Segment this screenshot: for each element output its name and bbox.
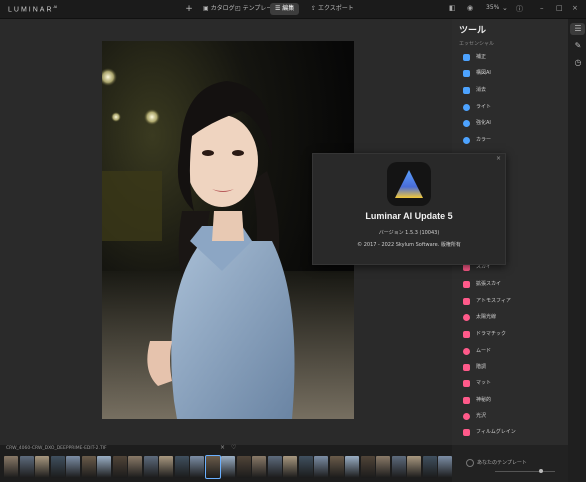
filmstrip-thumbnail[interactable] xyxy=(329,456,344,478)
filmstrip-thumbnail[interactable] xyxy=(35,456,49,478)
filmstrip-thumbnail[interactable] xyxy=(221,456,235,478)
your-templates-label[interactable]: あなたのテンプレート xyxy=(477,459,527,466)
dramatic-icon xyxy=(463,331,470,338)
about-copyright: © 2017 - 2022 Skylum Software. 版権所有 xyxy=(357,242,461,248)
about-dialog: × Luminar AI Update 5 バージョン 1.5.3 (10043… xyxy=(312,153,506,265)
template-radio[interactable] xyxy=(466,459,474,467)
filmstrip-thumbnail[interactable] xyxy=(190,456,204,478)
sunrays-icon xyxy=(463,314,470,321)
about-version: バージョン 1.5.3 (10043) xyxy=(378,230,440,236)
tool-item[interactable]: フィルムグレイン xyxy=(463,427,553,441)
tool-item[interactable]: 階調 xyxy=(463,362,553,376)
filmstrip-thumbnail[interactable] xyxy=(81,456,96,478)
tools-title: ツール xyxy=(459,26,487,36)
compare-icon[interactable]: ◧ xyxy=(449,4,456,12)
luminar-app-icon xyxy=(387,162,431,206)
light-icon xyxy=(463,104,470,111)
info-icon[interactable]: ⓘ xyxy=(516,4,523,14)
tool-item[interactable]: アトモスフィア xyxy=(463,296,553,310)
filmstrip-thumbnail[interactable] xyxy=(298,456,313,478)
filmstrip-thumbnail[interactable] xyxy=(128,456,142,478)
filmstrip-thumbnail[interactable] xyxy=(66,456,80,478)
export-icon: ⇪ xyxy=(311,5,318,12)
filmstrip-thumbnail[interactable] xyxy=(267,456,282,478)
maximize-icon[interactable]: □ xyxy=(556,4,563,12)
amount-slider[interactable] xyxy=(495,471,555,472)
filmstrip-thumbnail[interactable] xyxy=(376,456,390,478)
filmstrip-thumbnail[interactable] xyxy=(283,456,297,478)
filmstrip-thumbnail[interactable] xyxy=(50,456,65,478)
templates-icon: ◰ xyxy=(235,5,243,12)
tool-item[interactable]: 拡張スカイ xyxy=(463,279,553,293)
slider-knob[interactable] xyxy=(539,469,543,473)
tool-item[interactable]: ムード xyxy=(463,346,553,360)
tab-export[interactable]: ⇪ エクスポート xyxy=(306,3,359,15)
filmstrip-thumbnail[interactable] xyxy=(4,456,18,478)
mystical-icon xyxy=(463,397,470,404)
minimize-icon[interactable]: – xyxy=(540,4,544,12)
tool-item[interactable]: 強化AI xyxy=(463,118,553,132)
tool-item[interactable]: 神秘的 xyxy=(463,395,553,409)
filmstrip-thumbnail[interactable] xyxy=(112,456,127,478)
add-photos-button[interactable]: + xyxy=(184,3,194,15)
filmstrip-thumbnail[interactable] xyxy=(391,456,406,478)
filmstrip-thumbnail[interactable] xyxy=(174,456,189,478)
erase-icon xyxy=(463,87,470,94)
matte-icon xyxy=(463,380,470,387)
about-title: Luminar AI Update 5 xyxy=(365,211,453,221)
enhance-icon xyxy=(463,120,470,127)
eye-icon[interactable]: ◉ xyxy=(467,4,473,12)
sky-aug-icon xyxy=(463,281,470,288)
tools-subtitle: エッセンシャル xyxy=(459,41,495,47)
filmstrip-thumbnail[interactable] xyxy=(143,456,158,478)
close-icon[interactable]: × xyxy=(220,444,225,451)
filmstrip-thumbnail[interactable] xyxy=(204,455,221,479)
tool-item[interactable]: ライト xyxy=(463,102,553,116)
brush-icon[interactable]: ✎ xyxy=(573,41,583,51)
sliders-icon[interactable]: ☰ xyxy=(573,24,583,34)
right-icon-strip xyxy=(568,19,586,482)
filmstrip-thumbnail[interactable] xyxy=(97,456,111,478)
filmstrip-thumbnail[interactable] xyxy=(19,456,34,478)
filmstrip-thumbnail[interactable] xyxy=(159,456,173,478)
crop-icon xyxy=(463,54,470,61)
toning-icon xyxy=(463,364,470,371)
close-icon[interactable]: × xyxy=(496,155,501,162)
tool-item[interactable]: マット xyxy=(463,378,553,392)
filmstrip-thumbnail[interactable] xyxy=(345,456,359,478)
catalog-icon: ▣ xyxy=(203,5,211,12)
color-icon xyxy=(463,137,470,144)
atmosphere-icon xyxy=(463,298,470,305)
filmstrip-thumbnail[interactable] xyxy=(422,456,437,478)
filmstrip-thumbnail[interactable] xyxy=(236,456,251,478)
tab-edit[interactable]: ☰ 編集 xyxy=(270,3,300,15)
tool-item[interactable]: 太陽光線 xyxy=(463,312,553,326)
filmstrip[interactable] xyxy=(0,455,452,480)
tool-item[interactable]: 光沢 xyxy=(463,411,553,425)
filmstrip-thumbnail[interactable] xyxy=(360,456,375,478)
tool-item[interactable]: ドラマチック xyxy=(463,329,553,343)
composition-icon xyxy=(463,70,470,77)
filmstrip-thumbnail[interactable] xyxy=(314,456,328,478)
grain-icon xyxy=(463,429,470,436)
tool-item[interactable]: 消去 xyxy=(463,85,553,99)
glow-icon xyxy=(463,413,470,420)
close-window-icon[interactable]: × xyxy=(572,4,578,12)
chevron-down-icon[interactable]: ⌄ xyxy=(502,4,508,12)
tool-item[interactable]: カラー xyxy=(463,135,553,149)
filmstrip-thumbnail[interactable] xyxy=(252,456,266,478)
zoom-level[interactable]: 35% xyxy=(486,4,499,11)
tool-item[interactable]: 構図AI xyxy=(463,68,553,82)
tool-item[interactable]: 補正 xyxy=(463,52,553,66)
sky-icon xyxy=(463,264,470,271)
history-icon[interactable]: ◷ xyxy=(573,58,583,68)
file-name: CRW_4060-CRW_DXO_DEEPPRIME-EDIT-2.TIF xyxy=(6,446,107,451)
heart-icon[interactable]: ♡ xyxy=(231,444,236,451)
filmstrip-thumbnail[interactable] xyxy=(438,456,452,478)
filmstrip-thumbnail[interactable] xyxy=(407,456,421,478)
mood-icon xyxy=(463,348,470,355)
app-logo: LUMINARAI xyxy=(8,4,58,14)
